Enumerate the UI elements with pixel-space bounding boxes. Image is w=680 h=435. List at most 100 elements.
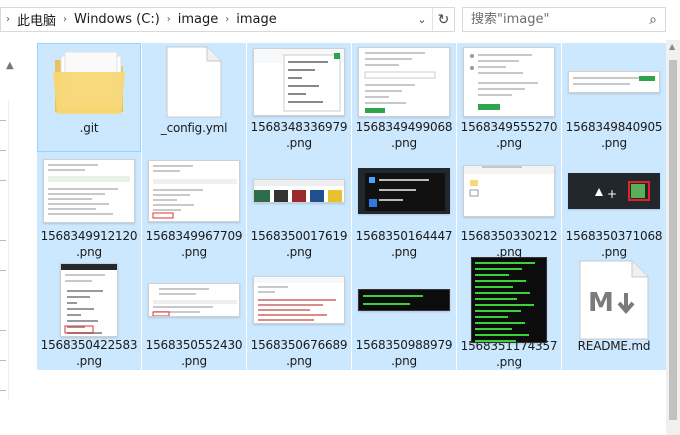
item-icon-area [353, 262, 455, 337]
nav-item[interactable] [0, 330, 6, 331]
nav-item[interactable] [0, 180, 6, 181]
item-label: 1568350371068 .png [565, 229, 663, 259]
thumbnail-preview [61, 263, 117, 334]
thumbnail-preview [48, 163, 130, 215]
svg-text:M: M [588, 288, 614, 318]
file-item[interactable]: 1568349499068 .png [352, 43, 456, 152]
thumbnail-preview [363, 294, 423, 305]
scroll-up-icon[interactable]: ▲ [6, 60, 14, 71]
markdown-file-icon: M [579, 260, 649, 340]
file-item[interactable]: 1568348336979 .png [247, 43, 351, 152]
item-label: .git [79, 121, 99, 135]
navigation-pane-divider [8, 100, 22, 400]
item-label: 1568350988979 .png [355, 338, 453, 368]
item-label: 1568349840905 .png [565, 120, 663, 150]
file-item[interactable]: 1568349912120 .png [37, 152, 141, 261]
image-thumbnail [43, 158, 135, 223]
item-icon-area [458, 44, 560, 119]
item-icon-area [143, 44, 245, 120]
file-item[interactable]: 1568350988979 .png [352, 261, 456, 370]
file-grid: .git _config.yml 1568348336979 .png 1568… [37, 43, 667, 370]
refresh-icon[interactable]: ↻ [432, 8, 454, 31]
search-input[interactable] [471, 12, 641, 27]
image-thumbnail [358, 46, 450, 117]
file-item[interactable]: + 1568350371068 .png [562, 152, 666, 261]
file-view[interactable]: .git _config.yml 1568348336979 .png 1568… [37, 43, 667, 435]
image-thumbnail [148, 159, 240, 222]
thumbnail-preview [152, 287, 237, 316]
file-item[interactable]: 1568349555270 .png [457, 43, 561, 152]
nav-item[interactable] [0, 390, 6, 391]
item-label: 1568350676689 .png [250, 338, 348, 368]
item-label: 1568349912120 .png [40, 229, 138, 259]
item-icon-area [458, 257, 560, 343]
folder-item[interactable]: .git [37, 43, 141, 152]
file-item[interactable]: 1568350552430 .png [142, 261, 246, 370]
thumbnail-preview [365, 172, 445, 211]
breadcrumb-separator-icon[interactable]: › [220, 14, 234, 25]
item-label: _config.yml [160, 121, 228, 135]
file-item[interactable]: 1568351174357 .png [457, 257, 561, 370]
thumbnail-preview: + [595, 180, 650, 201]
item-label: 1568350330212 .png [460, 229, 558, 259]
scroll-up-icon[interactable]: ▲ [669, 42, 675, 51]
item-icon-area [143, 262, 245, 337]
image-thumbnail: + [568, 172, 660, 209]
item-icon-area [458, 153, 560, 228]
item-label: 1568350164447 .png [355, 229, 453, 259]
breadcrumb-image-parent[interactable]: image [176, 12, 221, 27]
item-label: 1568349555270 .png [460, 120, 558, 150]
item-icon-area [353, 153, 455, 228]
item-label: 1568350017619 .png [250, 229, 348, 259]
nav-item[interactable] [0, 120, 6, 121]
thumbnail-preview [254, 48, 344, 111]
item-label: 1568350422583 .png [40, 338, 138, 368]
image-thumbnail [463, 164, 555, 217]
item-icon-area: M [563, 260, 665, 340]
item-icon-area [248, 153, 350, 228]
nav-item[interactable] [0, 150, 6, 151]
document-icon [166, 46, 222, 118]
nav-item[interactable] [0, 240, 6, 241]
nav-item[interactable] [0, 270, 6, 271]
svg-text:+: + [607, 187, 617, 201]
item-icon-area [38, 262, 140, 337]
thumbnail-preview [152, 164, 237, 218]
file-item[interactable]: 1568350164447 .png [352, 152, 456, 261]
file-item[interactable]: 1568350422583 .png [37, 261, 141, 370]
item-icon-area [143, 153, 245, 228]
thumbnail-preview [470, 53, 538, 110]
file-item[interactable]: M README.md [562, 260, 666, 370]
nav-item[interactable] [0, 360, 6, 361]
file-item[interactable]: 1568349840905 .png [562, 43, 666, 152]
breadcrumb-this-pc[interactable]: 此电脑 [15, 10, 58, 29]
search-box[interactable]: ⌕ [462, 7, 666, 32]
chevron-down-icon[interactable]: ⌄ [412, 8, 432, 31]
item-label: 1568349499068 .png [355, 120, 453, 150]
address-toolbar: › 此电脑 › Windows (C:) › image › image ⌄ ↻… [0, 0, 680, 40]
item-icon-area [248, 44, 350, 119]
item-icon-area [353, 44, 455, 119]
file-item[interactable]: 1568350330212 .png [457, 152, 561, 261]
address-bar[interactable]: › 此电脑 › Windows (C:) › image › image ⌄ ↻ [0, 7, 455, 32]
file-item[interactable]: _config.yml [142, 43, 246, 152]
breadcrumb-image-current[interactable]: image [234, 12, 279, 27]
image-thumbnail [358, 167, 450, 214]
breadcrumb-separator-icon[interactable]: › [162, 14, 176, 25]
navigation-pane[interactable]: ▲ [0, 40, 22, 435]
file-item[interactable]: 1568350017619 .png [247, 152, 351, 261]
item-label: 1568350552430 .png [145, 338, 243, 368]
breadcrumb-separator-icon[interactable]: › [58, 14, 72, 25]
file-item[interactable]: 1568350676689 .png [247, 261, 351, 370]
file-item[interactable]: 1568349967709 .png [142, 152, 246, 261]
scrollbar-thumb[interactable] [669, 60, 677, 420]
item-icon-area [38, 153, 140, 228]
vertical-scrollbar[interactable]: ▲ [666, 40, 680, 435]
image-thumbnail [568, 70, 660, 93]
thumbnail-preview [573, 75, 655, 85]
image-thumbnail [253, 178, 345, 203]
breadcrumb-drive[interactable]: Windows (C:) [72, 12, 162, 27]
thumbnail-preview [254, 276, 344, 321]
search-icon[interactable]: ⌕ [641, 12, 665, 28]
item-icon-area [38, 44, 140, 120]
